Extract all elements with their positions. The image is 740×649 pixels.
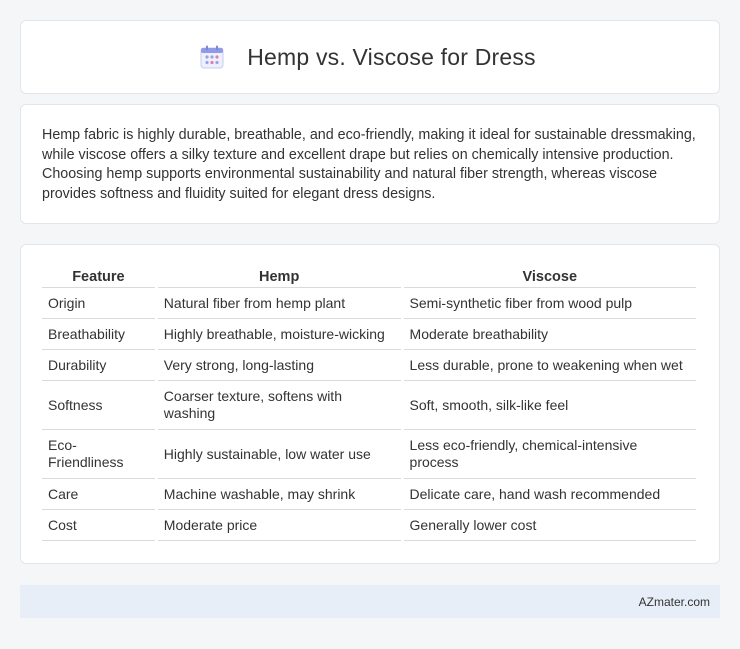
header-viscose: Viscose [403, 265, 696, 288]
hemp-cell: Natural fiber from hemp plant [157, 288, 401, 319]
hemp-cell: Coarser texture, softens with washing [157, 381, 401, 430]
hemp-cell: Machine washable, may shrink [157, 479, 401, 510]
viscose-cell: Less eco-friendly, chemical-intensive pr… [403, 430, 696, 479]
hemp-cell: Highly breathable, moisture-wicking [157, 319, 401, 350]
calendar-icon [200, 45, 224, 69]
hemp-cell: Moderate price [157, 510, 401, 541]
viscose-cell: Semi-synthetic fiber from wood pulp [403, 288, 696, 319]
hemp-cell: Highly sustainable, low water use [157, 430, 401, 479]
table-row: Softness Coarser texture, softens with w… [42, 381, 696, 430]
feature-cell: Cost [42, 510, 155, 541]
title-row: Hemp vs. Viscose for Dress [199, 44, 536, 71]
title-card: Hemp vs. Viscose for Dress [20, 20, 720, 94]
comparison-card: Feature Hemp Viscose Origin Natural fibe… [20, 244, 720, 564]
viscose-cell: Soft, smooth, silk-like feel [403, 381, 696, 430]
feature-cell: Softness [42, 381, 155, 430]
table-header-row: Feature Hemp Viscose [42, 265, 696, 288]
viscose-cell: Less durable, prone to weakening when we… [403, 350, 696, 381]
table-row: Origin Natural fiber from hemp plant Sem… [42, 288, 696, 319]
feature-cell: Care [42, 479, 155, 510]
comparison-table: Feature Hemp Viscose Origin Natural fibe… [39, 265, 699, 541]
feature-cell: Eco-Friendliness [42, 430, 155, 479]
table-row: Durability Very strong, long-lasting Les… [42, 350, 696, 381]
table-row: Breathability Highly breathable, moistur… [42, 319, 696, 350]
footer-brand: AZmater.com [638, 595, 710, 609]
summary-card: Hemp fabric is highly durable, breathabl… [20, 104, 720, 224]
viscose-cell: Moderate breathability [403, 319, 696, 350]
feature-cell: Origin [42, 288, 155, 319]
table-row: Eco-Friendliness Highly sustainable, low… [42, 430, 696, 479]
hemp-cell: Very strong, long-lasting [157, 350, 401, 381]
viscose-cell: Generally lower cost [403, 510, 696, 541]
feature-cell: Breathability [42, 319, 155, 350]
feature-cell: Durability [42, 350, 155, 381]
table-row: Cost Moderate price Generally lower cost [42, 510, 696, 541]
summary-paragraph: Hemp fabric is highly durable, breathabl… [42, 127, 696, 202]
header-feature: Feature [42, 265, 155, 288]
header-hemp: Hemp [157, 265, 401, 288]
table-row: Care Machine washable, may shrink Delica… [42, 479, 696, 510]
footer-bar: AZmater.com [20, 585, 720, 618]
viscose-cell: Delicate care, hand wash recommended [403, 479, 696, 510]
page-title: Hemp vs. Viscose for Dress [247, 43, 536, 70]
